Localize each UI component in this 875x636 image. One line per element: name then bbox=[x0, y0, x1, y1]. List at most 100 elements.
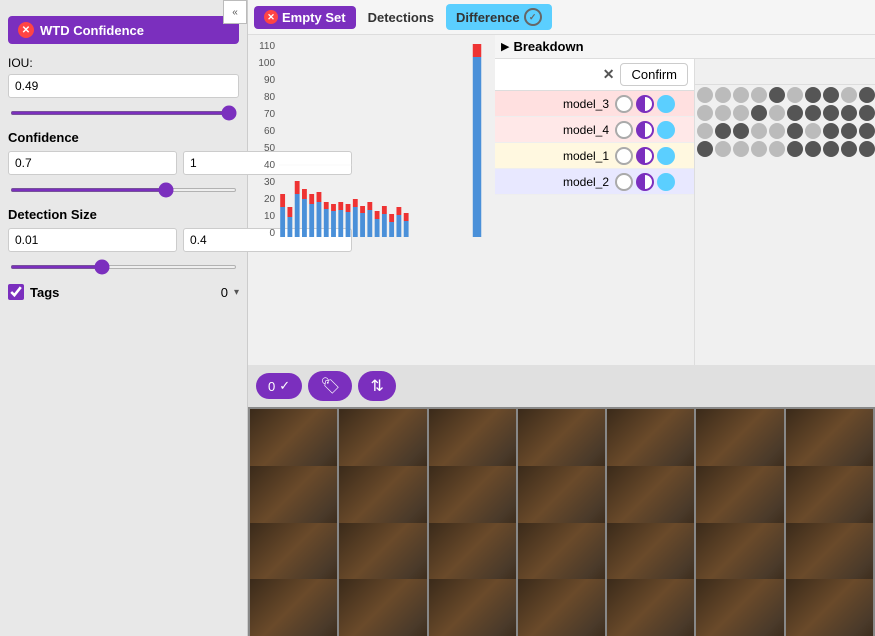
dot-row-1 bbox=[697, 105, 873, 121]
confidence-slider-container bbox=[8, 181, 239, 195]
upset-top-spacer bbox=[695, 59, 875, 85]
tag-button[interactable]: 🏷 bbox=[308, 371, 352, 401]
dot bbox=[697, 105, 713, 121]
count-label: 0 bbox=[268, 379, 275, 394]
dot bbox=[823, 141, 839, 157]
image-grid bbox=[248, 407, 875, 636]
dot bbox=[805, 105, 821, 121]
image-cell[interactable] bbox=[429, 579, 516, 636]
iou-slider[interactable] bbox=[10, 111, 237, 115]
confidence-min-input[interactable] bbox=[8, 151, 177, 175]
y-label-40: 40 bbox=[252, 160, 275, 171]
image-cell[interactable] bbox=[786, 579, 873, 636]
left-panel: « ✕ WTD Confidence IOU: Confidence Detec… bbox=[0, 0, 248, 636]
confidence-section: Confidence bbox=[8, 130, 239, 195]
model-1-circle-solid bbox=[657, 147, 675, 165]
model-3-icons bbox=[615, 95, 675, 113]
upset-dots-col bbox=[695, 59, 875, 365]
y-label-100: 100 bbox=[252, 58, 275, 69]
x-button[interactable]: ✕ bbox=[603, 66, 615, 83]
confidence-slider[interactable] bbox=[10, 188, 237, 192]
confirm-button[interactable]: Confirm bbox=[620, 63, 688, 86]
upset-area: ▶ Breakdown ✕ Confirm model_3 bbox=[495, 35, 875, 365]
dot bbox=[859, 105, 875, 121]
tags-chevron-icon[interactable]: ▾ bbox=[234, 287, 239, 298]
check-icon: ✓ bbox=[279, 378, 290, 394]
y-label-110: 110 bbox=[252, 41, 275, 52]
y-label-20: 20 bbox=[252, 194, 275, 205]
dot-row-0 bbox=[697, 87, 873, 103]
detection-size-section: Detection Size bbox=[8, 207, 239, 272]
chart-and-upset: 110 100 90 80 70 60 50 40 30 20 10 0 bbox=[248, 35, 875, 365]
tags-section: Tags 0 ▾ bbox=[8, 284, 239, 300]
y-label-90: 90 bbox=[252, 75, 275, 86]
dot bbox=[715, 105, 731, 121]
y-label-30: 30 bbox=[252, 177, 275, 188]
tab-detections[interactable]: Detections bbox=[360, 6, 442, 29]
detection-size-min-input[interactable] bbox=[8, 228, 177, 252]
dot bbox=[823, 87, 839, 103]
dot bbox=[715, 87, 731, 103]
model-3-label: model_3 bbox=[495, 97, 615, 111]
image-cell[interactable] bbox=[339, 579, 426, 636]
tag-icon: 🏷 bbox=[320, 378, 340, 395]
model-1-label: model_1 bbox=[495, 149, 615, 163]
image-cell[interactable] bbox=[250, 579, 337, 636]
iou-label: IOU: bbox=[8, 56, 33, 70]
collapse-button[interactable]: « bbox=[223, 0, 247, 24]
dot bbox=[769, 141, 785, 157]
image-cell[interactable] bbox=[518, 579, 605, 636]
tab-empty-set[interactable]: ✕ Empty Set bbox=[254, 6, 356, 29]
dot bbox=[805, 141, 821, 157]
tabs-row: ✕ Empty Set Detections Difference ✓ bbox=[248, 0, 875, 35]
dot bbox=[697, 87, 713, 103]
model-row-4: model_4 bbox=[495, 117, 694, 143]
dot bbox=[805, 123, 821, 139]
model-1-circle-half bbox=[636, 147, 654, 165]
dot bbox=[751, 87, 767, 103]
right-panel: ✕ Empty Set Detections Difference ✓ 110 … bbox=[248, 0, 875, 636]
model-rows: model_3 model_4 bbox=[495, 91, 694, 195]
image-cell[interactable] bbox=[696, 579, 783, 636]
model-1-icons bbox=[615, 147, 675, 165]
difference-check-icon: ✓ bbox=[524, 8, 542, 26]
chart-area: 110 100 90 80 70 60 50 40 30 20 10 0 bbox=[248, 35, 495, 365]
image-cell[interactable] bbox=[607, 579, 694, 636]
detection-size-slider[interactable] bbox=[10, 265, 237, 269]
breakdown-row[interactable]: ▶ Breakdown bbox=[495, 35, 875, 59]
model-4-label: model_4 bbox=[495, 123, 615, 137]
confidence-inputs bbox=[8, 151, 239, 175]
dot-matrix bbox=[695, 85, 875, 161]
dot bbox=[751, 105, 767, 121]
empty-set-x-icon: ✕ bbox=[264, 10, 278, 24]
upset-right: ✕ Confirm model_3 bbox=[495, 59, 875, 365]
bottom-area: 0 ✓ 🏷 ⇅ bbox=[248, 365, 875, 636]
wtd-x-icon: ✕ bbox=[18, 22, 34, 38]
dot bbox=[769, 87, 785, 103]
model-3-circle-outline bbox=[615, 95, 633, 113]
tags-checkbox[interactable] bbox=[8, 284, 24, 300]
sort-button[interactable]: ⇅ bbox=[358, 371, 395, 401]
dot bbox=[751, 123, 767, 139]
model-3-circle-solid bbox=[657, 95, 675, 113]
dot bbox=[715, 141, 731, 157]
dot bbox=[787, 105, 803, 121]
dot bbox=[733, 105, 749, 121]
wtd-confidence-button[interactable]: ✕ WTD Confidence bbox=[8, 16, 239, 44]
iou-label-row: IOU: bbox=[8, 56, 239, 70]
y-label-0: 0 bbox=[252, 228, 275, 239]
tab-difference[interactable]: Difference ✓ bbox=[446, 4, 552, 30]
model-row-2: model_2 bbox=[495, 169, 694, 195]
iou-section: IOU: bbox=[8, 56, 239, 118]
dot bbox=[733, 87, 749, 103]
count-check-button[interactable]: 0 ✓ bbox=[256, 373, 302, 399]
confirm-label: Confirm bbox=[631, 67, 677, 82]
model-row-1: model_1 bbox=[495, 143, 694, 169]
tags-count: 0 bbox=[221, 285, 228, 300]
dot bbox=[841, 141, 857, 157]
breakdown-arrow-icon: ▶ bbox=[501, 40, 509, 53]
dot bbox=[715, 123, 731, 139]
iou-input[interactable] bbox=[8, 74, 239, 98]
y-axis: 110 100 90 80 70 60 50 40 30 20 10 0 bbox=[252, 39, 279, 239]
dot-row-2 bbox=[697, 123, 873, 139]
